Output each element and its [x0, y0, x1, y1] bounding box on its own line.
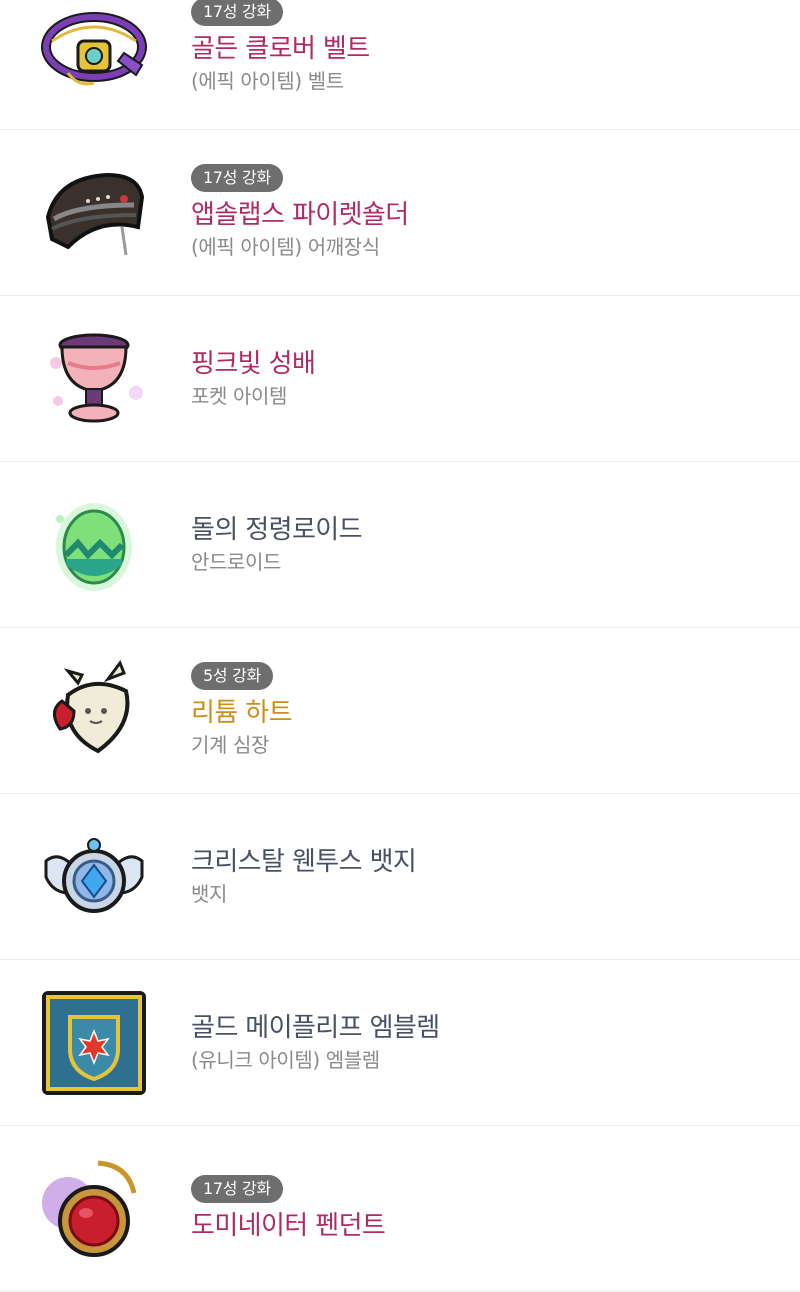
item-name: 앱솔랩스 파이렛숄더 — [191, 200, 409, 230]
golden-clover-belt-icon — [38, 0, 150, 103]
item-name: 골드 메이플리프 엠블렘 — [191, 1013, 440, 1043]
item-text: 크리스탈 웬투스 뱃지 뱃지 — [191, 794, 417, 960]
item-text: 17성 강화 앱솔랩스 파이렛숄더 (에픽 아이템) 어깨장식 — [191, 130, 409, 296]
list-item[interactable]: 17성 강화 앱솔랩스 파이렛숄더 (에픽 아이템) 어깨장식 — [0, 130, 800, 296]
list-item[interactable]: 골드 메이플리프 엠블렘 (유니크 아이템) 엠블렘 — [0, 960, 800, 1126]
item-text: 골드 메이플리프 엠블렘 (유니크 아이템) 엠블렘 — [191, 960, 440, 1126]
enhancement-badge: 5성 강화 — [191, 662, 273, 690]
item-text: 17성 강화 도미네이터 펜던트 — [191, 1126, 386, 1292]
item-category: 기계 심장 — [191, 733, 269, 757]
item-name: 핑크빛 성배 — [191, 349, 316, 379]
list-item[interactable]: 17성 강화 도미네이터 펜던트 — [0, 1126, 800, 1292]
lithium-heart-icon — [38, 655, 150, 767]
list-item[interactable]: 크리스탈 웬투스 뱃지 뱃지 — [0, 794, 800, 960]
item-category: (유니크 아이템) 엠블렘 — [191, 1048, 380, 1072]
item-category: 포켓 아이템 — [191, 384, 287, 408]
list-item[interactable]: 5성 강화 리튬 하트 기계 심장 — [0, 628, 800, 794]
item-text: 5성 강화 리튬 하트 기계 심장 — [191, 628, 293, 794]
gold-maple-leaf-emblem-icon — [38, 987, 150, 1099]
crystal-ventus-badge-icon — [38, 821, 150, 933]
item-name: 크리스탈 웬투스 뱃지 — [191, 847, 417, 877]
list-item[interactable]: 17성 강화 골든 클로버 벨트 (에픽 아이템) 벨트 — [0, 0, 800, 130]
item-category: 안드로이드 — [191, 550, 281, 574]
item-text: 핑크빛 성배 포켓 아이템 — [191, 296, 316, 462]
item-category: (에픽 아이템) 어깨장식 — [191, 235, 380, 259]
item-category: (에픽 아이템) 벨트 — [191, 69, 344, 93]
enhancement-badge: 17성 강화 — [191, 0, 283, 26]
item-category: 뱃지 — [191, 882, 227, 906]
equipment-list: 17성 강화 골든 클로버 벨트 (에픽 아이템) 벨트 17성 강화 앱솔랩스… — [0, 0, 800, 1292]
dominator-pendant-icon — [38, 1153, 150, 1265]
list-item[interactable]: 핑크빛 성배 포켓 아이템 — [0, 296, 800, 462]
enhancement-badge: 17성 강화 — [191, 164, 283, 192]
absolab-pirate-shoulder-icon — [38, 157, 150, 269]
item-name: 리튬 하트 — [191, 698, 293, 728]
item-name: 도미네이터 펜던트 — [191, 1211, 386, 1241]
enhancement-badge: 17성 강화 — [191, 1175, 283, 1203]
item-text: 돌의 정령로이드 안드로이드 — [191, 462, 363, 628]
item-text: 17성 강화 골든 클로버 벨트 (에픽 아이템) 벨트 — [191, 0, 370, 130]
list-item[interactable]: 돌의 정령로이드 안드로이드 — [0, 462, 800, 628]
stone-spirit-android-icon — [38, 489, 150, 601]
pink-holy-cup-icon — [38, 323, 150, 435]
item-name: 돌의 정령로이드 — [191, 515, 363, 545]
item-name: 골든 클로버 벨트 — [191, 34, 370, 64]
